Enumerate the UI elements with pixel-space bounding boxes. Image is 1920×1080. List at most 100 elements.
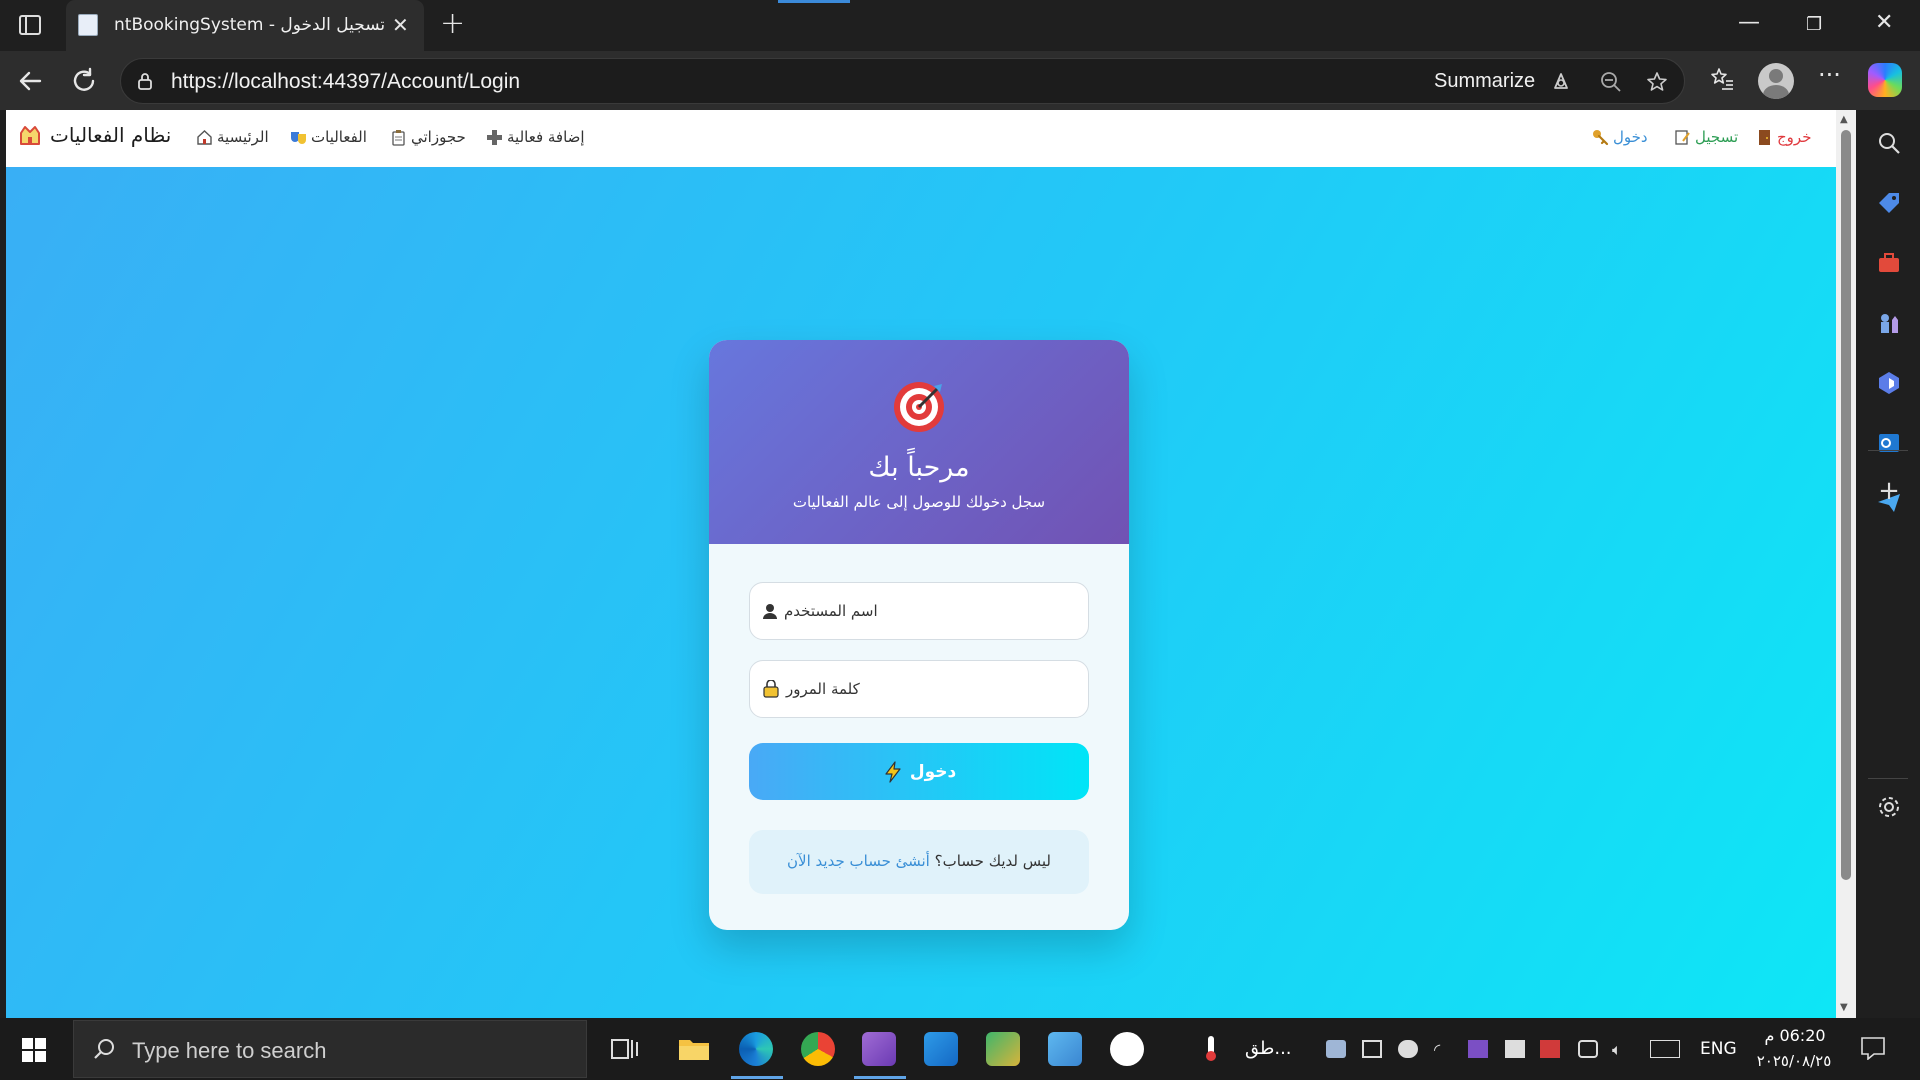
nav-link-events[interactable]: الفعاليات [290,128,367,146]
home-icon [197,129,212,145]
refresh-button[interactable] [68,65,100,97]
close-window-button[interactable]: ✕ [1875,10,1893,35]
key-icon [1593,129,1609,145]
file-explorer-icon[interactable] [677,1032,711,1066]
page-favicon-icon [78,14,98,36]
more-menu-icon[interactable]: ··· [1818,61,1841,89]
nav-link-my-bookings[interactable]: حجوزاتي [390,128,466,146]
add-icon[interactable]: + [1876,478,1902,504]
tab-actions-icon[interactable] [14,12,46,38]
nav-link-login[interactable]: دخول [1592,128,1648,146]
onenote-icon[interactable] [1468,1040,1488,1058]
tray-app-icon[interactable] [1326,1040,1346,1058]
nav-link-login-label: دخول [1613,128,1648,146]
memo-icon [1675,129,1690,145]
taskbar-search[interactable]: Type here to search [73,1020,587,1078]
app-tray-icon[interactable] [1540,1040,1560,1058]
keyboard-icon[interactable] [1650,1040,1680,1058]
scroll-up-arrow[interactable]: ▲ [1840,114,1848,125]
brand[interactable]: نظام الفعاليات [18,123,171,147]
task-view-icon[interactable] [608,1032,642,1066]
key-app-icon[interactable] [1110,1032,1144,1066]
search-placeholder: Type here to search [132,1038,327,1063]
language-indicator[interactable]: ENG [1700,1039,1737,1059]
lightning-icon [885,760,901,783]
shopping-tag-icon[interactable] [1876,190,1902,216]
address-bar[interactable]: https://localhost:44397/Account/Login Su… [120,58,1685,104]
tools-icon[interactable] [1876,250,1902,276]
favorite-star-icon[interactable] [1645,70,1669,94]
chrome-icon[interactable] [801,1032,835,1066]
page-viewport: نظام الفعاليات الرئيسية الفعاليات حجوزات… [6,110,1836,1018]
nav-link-register-label: تسجيل [1695,128,1739,146]
register-link[interactable]: أنشئ حساب جديد الآن [787,852,930,870]
copilot-icon[interactable] [1868,63,1902,97]
site-navbar: نظام الفعاليات الرئيسية الفعاليات حجوزات… [6,110,1836,167]
sql-tool-icon[interactable] [986,1032,1020,1066]
security-icon[interactable] [1505,1040,1525,1058]
notifications-icon[interactable] [1860,1036,1886,1060]
restore-button[interactable]: ❐ [1806,14,1822,35]
profile-avatar[interactable] [1758,63,1794,99]
scroll-thumb[interactable] [1841,130,1851,880]
nav-link-add-event-label: إضافة فعالية [507,128,585,146]
url-text[interactable]: https://localhost:44397/Account/Login [171,70,520,94]
outlook-icon[interactable] [1876,430,1902,456]
favorites-icon[interactable] [1708,65,1736,93]
no-account-text: ليس لديك حساب؟ [934,852,1051,870]
user-icon [763,604,777,619]
zoom-out-icon[interactable] [1599,70,1623,94]
browser-toolbar: https://localhost:44397/Account/Login Su… [0,51,1920,110]
door-icon [1759,129,1770,145]
lock-key-icon [763,680,779,698]
nav-link-register[interactable]: تسجيل [1674,128,1738,146]
copilot-summarize-icon[interactable] [1549,70,1573,94]
scroll-down-arrow[interactable]: ▼ [1840,1002,1848,1013]
summarize-button[interactable]: Summarize [1434,70,1535,93]
copilot-app-icon[interactable] [1876,370,1902,396]
weather-text[interactable]: طق... [1245,1038,1292,1059]
username-input[interactable]: اسم المستخدم [749,582,1089,640]
active-tab[interactable]: ntBookingSystem - تسجيل الدخول ✕ [66,0,424,51]
edge-browser-icon[interactable] [739,1032,773,1066]
target-icon [894,382,944,432]
password-placeholder: كلمة المرور [786,680,860,698]
vs-active-indicator [854,1076,906,1079]
nav-link-home[interactable]: الرئيسية [196,128,269,146]
vscode-icon[interactable] [924,1032,958,1066]
page-scrollbar[interactable]: ▲ ▼ [1836,110,1856,1018]
browser-tab-strip: ntBookingSystem - تسجيل الدخول ✕ + — ❐ ✕ [0,0,1920,51]
games-icon[interactable] [1876,310,1902,336]
tab-title: ntBookingSystem - تسجيل الدخول [114,15,384,35]
onedrive-icon[interactable] [1398,1040,1418,1058]
battery-icon[interactable] [1362,1040,1382,1058]
login-button[interactable]: دخول [749,743,1089,800]
lock-icon[interactable] [135,71,155,91]
minimize-button[interactable]: — [1738,10,1760,35]
nav-link-logout-label: خروج [1777,128,1812,146]
thermometer-icon[interactable] [1203,1034,1219,1062]
nav-link-add-event[interactable]: إضافة فعالية [486,128,585,146]
tab-close-icon[interactable]: ✕ [392,13,409,37]
back-button[interactable] [14,65,46,97]
settings-gear-icon[interactable] [1876,794,1902,820]
sidebar-separator [1868,778,1908,779]
windows-start-icon[interactable] [22,1038,46,1062]
windows-taskbar: Type here to search طق... ◜ 🔈︎ ENG 06:20… [0,1018,1920,1080]
new-tab-button[interactable]: + [440,6,465,41]
nav-link-logout[interactable]: خروج [1756,128,1811,146]
app-icon[interactable] [1048,1032,1082,1066]
wifi-icon[interactable]: ◜ [1434,1040,1454,1059]
username-placeholder: اسم المستخدم [784,602,878,620]
clock-date[interactable]: ٢٠٢٥/٠٨/٢٥ [1752,1052,1836,1070]
masks-icon [291,131,306,144]
search-icon[interactable] [1876,130,1902,156]
login-card: مرحباً بك سجل دخولك للوصول إلى عالم الفع… [709,340,1129,930]
meet-icon[interactable] [1578,1040,1598,1058]
volume-icon[interactable]: 🔈︎ [1612,1040,1632,1059]
search-icon [94,1039,114,1059]
visual-studio-icon[interactable] [862,1032,896,1066]
password-input[interactable]: كلمة المرور [749,660,1089,718]
clock-time[interactable]: 06:20 م [1762,1026,1828,1045]
nav-link-home-label: الرئيسية [217,128,269,146]
